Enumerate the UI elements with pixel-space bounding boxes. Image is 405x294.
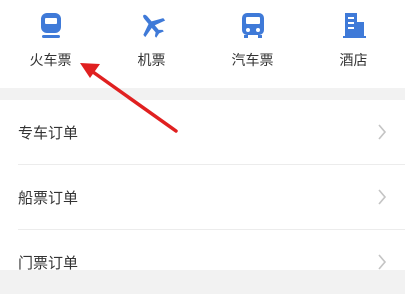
chevron-right-icon (378, 254, 387, 270)
train-icon (40, 13, 61, 38)
category-flight[interactable]: 机票 (101, 0, 202, 88)
order-row-ship[interactable]: 船票订单 (0, 165, 405, 229)
chevron-right-icon (378, 189, 387, 205)
category-bus[interactable]: 汽车票 (202, 0, 303, 88)
category-train[interactable]: 火车票 (0, 0, 101, 88)
order-label: 船票订单 (18, 189, 79, 207)
hotel-icon (342, 13, 366, 38)
category-label: 机票 (137, 53, 166, 69)
order-list: 专车订单 船票订单 门票订单 (0, 100, 405, 272)
order-row-ticket[interactable]: 门票订单 (0, 230, 405, 294)
order-label: 专车订单 (18, 124, 79, 142)
category-label: 汽车票 (231, 53, 274, 69)
airplane-icon (142, 14, 165, 38)
category-label: 火车票 (29, 53, 72, 69)
bus-icon (241, 13, 264, 38)
category-grid: 火车票 机票 汽车票 酒店 (0, 0, 405, 88)
category-label: 酒店 (339, 53, 368, 69)
order-row-car[interactable]: 专车订单 (0, 100, 405, 164)
category-hotel[interactable]: 酒店 (303, 0, 404, 88)
chevron-right-icon (378, 124, 387, 140)
